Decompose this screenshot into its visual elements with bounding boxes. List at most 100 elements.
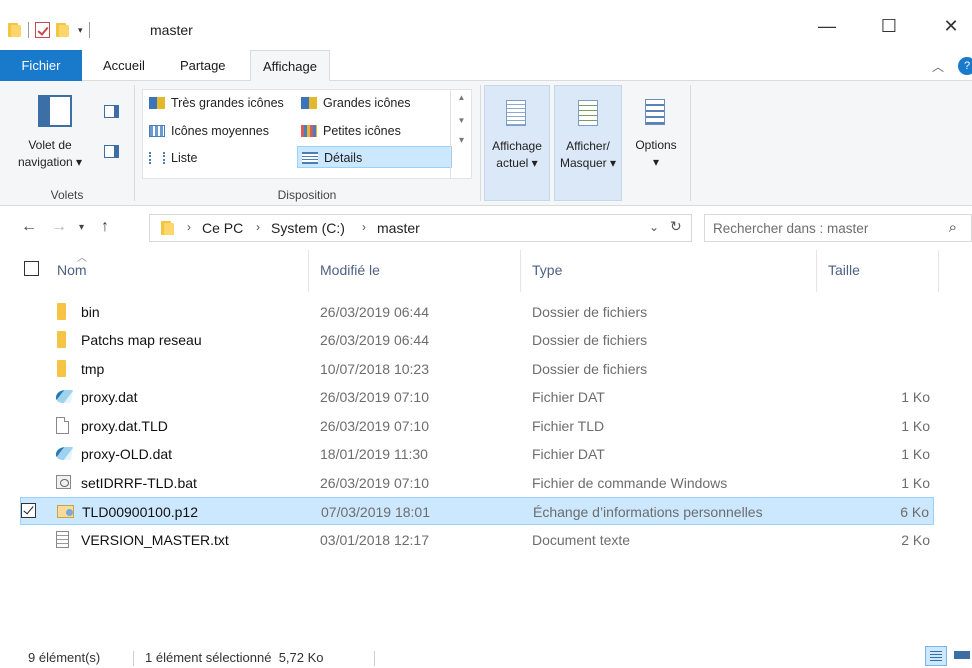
- file-row[interactable]: Patchs map reseau 26/03/2019 06:44 Dossi…: [20, 326, 934, 354]
- file-row[interactable]: setIDRRF-TLD.bat 26/03/2019 07:10 Fichie…: [20, 469, 934, 497]
- layout-item-label: Petites icônes: [323, 124, 401, 138]
- breadcrumb-system-c[interactable]: System (C:): [271, 220, 345, 236]
- file-type: Dossier de fichiers: [532, 361, 648, 377]
- details-view-icon[interactable]: [925, 646, 947, 666]
- breadcrumb-ce-pc[interactable]: Ce PC: [202, 220, 243, 236]
- file-date: 10/07/2018 10:23: [320, 361, 429, 377]
- navigation-pane-label-2: navigation ▾: [17, 155, 83, 169]
- file-name: TLD00900100.p12: [82, 504, 198, 520]
- options-icon: [645, 99, 665, 125]
- file-size: 1 Ko: [901, 418, 930, 434]
- preview-pane-icon[interactable]: [104, 105, 119, 118]
- options-button[interactable]: Options ▾: [624, 81, 688, 206]
- column-name[interactable]: Nom: [57, 262, 87, 278]
- properties-icon[interactable]: [35, 22, 50, 38]
- navigation-pane-button[interactable]: Volet de navigation ▾: [2, 137, 98, 171]
- scroll-down-icon[interactable]: ▼: [451, 116, 472, 125]
- layout-extra-large-icons[interactable]: Très grandes icônes: [145, 92, 284, 114]
- tab-accueil[interactable]: Accueil: [91, 50, 157, 81]
- tab-affichage[interactable]: Affichage: [250, 50, 330, 82]
- up-arrow-icon[interactable]: ↑: [101, 218, 109, 236]
- file-row[interactable]: proxy-OLD.dat 18/01/2019 11:30 Fichier D…: [20, 440, 934, 468]
- layout-gallery-scroll[interactable]: ▲ ▼ ▾: [450, 89, 472, 179]
- show-hide-button[interactable]: Afficher/ Masquer ▾: [554, 85, 622, 201]
- layout-large-icons[interactable]: Grandes icônes: [297, 92, 411, 114]
- folder-icon: [57, 360, 66, 377]
- large-icons-view-icon[interactable]: [950, 646, 972, 666]
- file-date: 26/03/2019 07:10: [320, 418, 429, 434]
- new-folder-icon[interactable]: [56, 22, 70, 38]
- medium-icons-icon: [149, 125, 165, 137]
- layout-small-icons[interactable]: Petites icônes: [297, 120, 401, 142]
- current-view-label-2: actuel ▾: [496, 156, 538, 170]
- breadcrumb-master[interactable]: master: [377, 220, 420, 236]
- group-label-disposition: Disposition: [277, 188, 337, 202]
- help-icon[interactable]: ?: [958, 57, 972, 75]
- folder-icon: [57, 303, 66, 320]
- layout-details[interactable]: Détails: [297, 146, 452, 168]
- list-icon: [149, 152, 165, 164]
- file-name: proxy-OLD.dat: [81, 446, 173, 462]
- close-button[interactable]: ✕: [928, 16, 972, 37]
- file-row[interactable]: proxy.dat.TLD 26/03/2019 07:10 Fichier T…: [20, 412, 934, 440]
- ribbon-tabs: Fichier Accueil Partage Affichage: [0, 50, 972, 82]
- layout-list[interactable]: Liste: [145, 147, 197, 169]
- layout-medium-icons[interactable]: Icônes moyennes: [145, 120, 269, 142]
- file-date: 26/03/2019 07:10: [320, 475, 429, 491]
- customize-quick-access-button[interactable]: ▾: [78, 25, 83, 36]
- file-date: 26/03/2019 06:44: [320, 332, 429, 348]
- file-date: 07/03/2019 18:01: [321, 504, 430, 520]
- refresh-icon[interactable]: ↻: [670, 218, 682, 235]
- divider: [480, 85, 481, 201]
- search-icon[interactable]: ⌕: [949, 219, 957, 236]
- file-name: VERSION_MASTER.txt: [81, 532, 229, 548]
- chevron-right-icon[interactable]: ›: [362, 220, 366, 234]
- row-checkbox[interactable]: [21, 503, 36, 518]
- show-hide-label: Afficher/ Masquer ▾: [555, 138, 621, 172]
- search-input[interactable]: Rechercher dans : master: [713, 221, 868, 236]
- forward-arrow-icon[interactable]: →: [51, 218, 67, 236]
- column-type[interactable]: Type: [532, 262, 562, 278]
- select-all-checkbox[interactable]: [24, 261, 39, 276]
- file-row[interactable]: VERSION_MASTER.txt 03/01/2018 12:17 Docu…: [20, 526, 934, 554]
- status-bar: 9 élément(s) 1 élément sélectionné 5,72 …: [0, 645, 972, 668]
- column-divider[interactable]: [308, 250, 309, 292]
- navigation-pane-label: Volet de: [28, 138, 72, 152]
- file-type: Document texte: [532, 532, 631, 548]
- layout-item-label: Icônes moyennes: [171, 124, 269, 138]
- maximize-button[interactable]: ☐: [866, 16, 912, 37]
- column-divider[interactable]: [520, 250, 521, 292]
- chevron-right-icon[interactable]: ›: [256, 220, 260, 234]
- scroll-up-icon[interactable]: ▲: [451, 93, 472, 102]
- file-size: 1 Ko: [901, 475, 930, 491]
- current-view-button[interactable]: Affichage actuel ▾: [484, 85, 550, 201]
- column-modified[interactable]: Modifié le: [320, 262, 380, 278]
- address-bar[interactable]: › Ce PC › System (C:) › master ⌄ ↻: [149, 214, 692, 242]
- column-size[interactable]: Taille: [828, 262, 860, 278]
- collapse-ribbon-button[interactable]: ︿: [932, 58, 944, 75]
- column-divider[interactable]: [938, 250, 939, 292]
- current-view-label: Affichage actuel ▾: [485, 138, 549, 172]
- address-dropdown-icon[interactable]: ⌄: [649, 220, 659, 234]
- navigation-pane-icon[interactable]: [38, 95, 72, 127]
- recent-locations-icon[interactable]: ▾: [79, 222, 84, 233]
- column-divider[interactable]: [816, 250, 817, 292]
- batch-file-icon: [56, 475, 71, 489]
- back-arrow-icon[interactable]: ←: [21, 218, 37, 236]
- folder-icon: [161, 220, 175, 236]
- file-name: bin: [81, 304, 100, 320]
- file-size: 1 Ko: [901, 389, 930, 405]
- group-label-volets: Volets: [50, 188, 84, 202]
- file-row-selected[interactable]: TLD00900100.p12 07/03/2019 18:01 Échange…: [20, 497, 934, 525]
- file-row[interactable]: tmp 10/07/2018 10:23 Dossier de fichiers: [20, 355, 934, 383]
- file-row[interactable]: proxy.dat 26/03/2019 07:10 Fichier DAT 1…: [20, 383, 934, 411]
- expand-gallery-icon[interactable]: ▾: [451, 135, 472, 146]
- file-row[interactable]: bin 26/03/2019 06:44 Dossier de fichiers: [20, 298, 934, 326]
- separator: [28, 22, 29, 38]
- tab-partage[interactable]: Partage: [168, 50, 238, 81]
- details-pane-icon[interactable]: [104, 145, 119, 158]
- tab-fichier[interactable]: Fichier: [0, 50, 82, 81]
- minimize-button[interactable]: —: [804, 16, 850, 37]
- search-box[interactable]: Rechercher dans : master ⌕: [704, 214, 972, 242]
- chevron-right-icon[interactable]: ›: [187, 220, 191, 234]
